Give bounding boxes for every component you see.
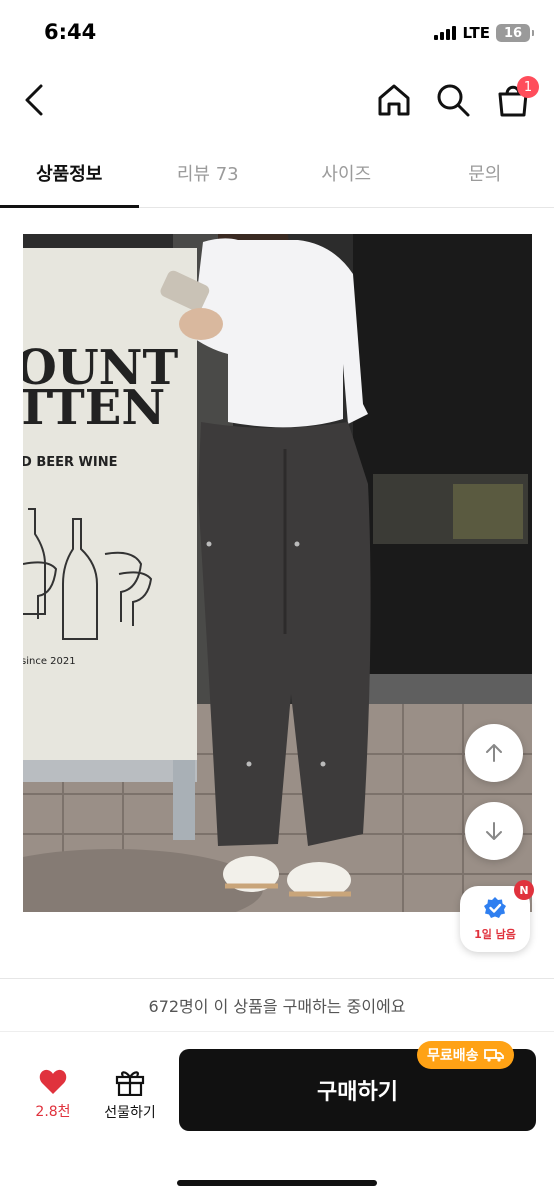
free-shipping-label: 무료배송 (427, 1048, 479, 1064)
battery-icon: 16 (496, 24, 534, 42)
bottom-action-bar: 2.8천 선물하기 구매하기 무료배송 (0, 1032, 554, 1200)
scroll-up-button[interactable] (465, 724, 523, 782)
like-button[interactable]: 2.8천 (22, 1064, 84, 1126)
gift-button[interactable]: 선물하기 (96, 1064, 164, 1126)
like-count: 2.8천 (35, 1104, 71, 1120)
nav-bar: 1 (0, 64, 554, 140)
free-shipping-badge: 무료배송 (417, 1041, 514, 1069)
signal-icon (434, 26, 457, 40)
gift-label: 선물하기 (104, 1105, 156, 1121)
search-icon (437, 84, 470, 117)
scroll-down-button[interactable] (465, 802, 523, 860)
sign-text-line2: TTEN (23, 380, 165, 436)
home-indicator (177, 1180, 377, 1186)
tab-size[interactable]: 사이즈 (277, 140, 416, 206)
purchase-notice: 672명이 이 상품을 구매하는 중이에요 (0, 978, 554, 1032)
search-button[interactable] (431, 78, 475, 122)
new-badge: N (514, 880, 534, 900)
product-tabs: 상품정보 리뷰 73 사이즈 문의 (0, 140, 554, 208)
cart-button[interactable]: 1 (491, 76, 539, 122)
tab-inquiry[interactable]: 문의 (416, 140, 554, 206)
back-arrow-icon (25, 84, 43, 116)
network-label: LTE (462, 24, 490, 42)
heart-icon (39, 1069, 67, 1094)
status-indicators: LTE 16 (434, 24, 534, 42)
deadline-chip[interactable]: 1일 남음 N (460, 880, 534, 952)
tab-product-info[interactable]: 상품정보 (0, 140, 139, 208)
home-icon (378, 84, 410, 116)
status-bar: 6:44 LTE 16 (0, 0, 554, 64)
sign-since: since 2021 (23, 656, 76, 667)
gift-icon (115, 1071, 145, 1096)
battery-level: 16 (503, 25, 523, 41)
arrow-down-icon (486, 822, 502, 840)
deadline-label: 1일 남음 (474, 928, 516, 941)
cart-count-badge: 1 (517, 76, 539, 98)
arrow-up-icon (486, 744, 502, 762)
tab-reviews[interactable]: 리뷰 73 (139, 140, 278, 206)
truck-icon (483, 1049, 504, 1062)
sign-subtitle: D BEER WINE (23, 455, 117, 470)
product-photo: OUNT TTEN D BEER WINE since 2021 (23, 234, 532, 912)
status-time: 6:44 (44, 20, 97, 44)
back-button[interactable] (14, 78, 58, 122)
home-button[interactable] (372, 78, 416, 122)
verified-check-icon (484, 897, 506, 918)
